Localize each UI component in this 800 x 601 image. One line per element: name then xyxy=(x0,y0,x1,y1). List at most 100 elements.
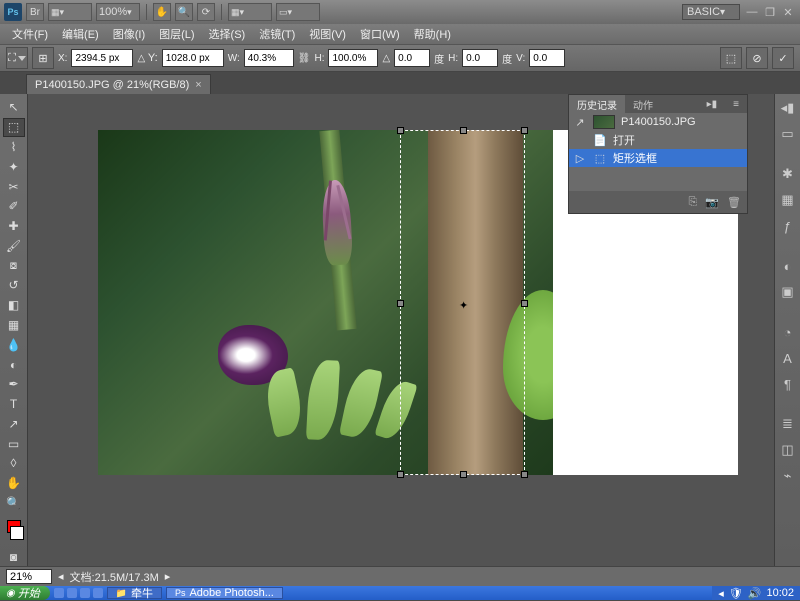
status-dropdown-icon[interactable]: ▸ xyxy=(165,570,171,583)
dock-char-icon[interactable]: A xyxy=(778,348,798,368)
menu-image[interactable]: 图像(I) xyxy=(107,24,151,44)
x-field[interactable]: 2394.5 px xyxy=(71,49,133,67)
history-brush-tool[interactable]: ↺ xyxy=(3,276,25,295)
arrange-dropdown[interactable]: ▦▾ xyxy=(228,3,272,21)
transform-selection[interactable]: ✦ xyxy=(400,130,525,475)
3d-tool[interactable]: ◊ xyxy=(3,454,25,473)
menu-view[interactable]: 视图(V) xyxy=(303,24,352,44)
dock-history-icon[interactable]: ▭ xyxy=(778,124,798,144)
dock-swatches-icon[interactable]: ▦ xyxy=(778,190,798,210)
panel-collapse-icon[interactable]: ▸▮ xyxy=(699,95,726,113)
menu-edit[interactable]: 编辑(E) xyxy=(56,24,105,44)
warp-mode-icon[interactable]: ⬚ xyxy=(720,47,742,69)
transform-center-icon[interactable]: ✦ xyxy=(459,299,468,312)
dock-info-icon[interactable]: ◔ xyxy=(778,322,798,342)
new-snapshot-icon[interactable]: 📷 xyxy=(705,196,719,209)
y-field[interactable]: 1028.0 px xyxy=(162,49,224,67)
delete-state-icon[interactable]: 🗑 xyxy=(727,196,741,209)
tray-icon-1[interactable]: ◂ xyxy=(718,587,724,600)
link-icon[interactable]: ⛓ xyxy=(298,53,311,64)
healing-tool[interactable]: ✚ xyxy=(3,217,25,236)
h-field[interactable]: 100.0% xyxy=(328,49,378,67)
wand-tool[interactable]: ✦ xyxy=(3,157,25,176)
workspace-dropdown[interactable]: BASIC ▾ xyxy=(682,4,740,20)
maximize-button[interactable]: ❐ xyxy=(762,5,778,19)
history-tab[interactable]: 历史记录 xyxy=(569,95,625,113)
ql-icon-1[interactable] xyxy=(54,588,64,598)
menu-filter[interactable]: 滤镜(T) xyxy=(253,24,301,44)
rotate-view-icon[interactable]: ⟳ xyxy=(197,3,215,21)
type-tool[interactable]: T xyxy=(3,395,25,414)
screen-mode-dropdown[interactable]: ▭▾ xyxy=(276,3,320,21)
dock-layers-icon[interactable]: ≣ xyxy=(778,414,798,434)
gradient-tool[interactable]: ▦ xyxy=(3,316,25,335)
dock-expand-icon[interactable]: ◂▮ xyxy=(778,98,798,118)
zoom-tool-icon[interactable]: 🔍 xyxy=(175,3,193,21)
panel-menu-icon[interactable]: ≡ xyxy=(725,95,747,113)
ql-icon-4[interactable] xyxy=(93,588,103,598)
zoom-tool[interactable]: 🔍 xyxy=(3,494,25,513)
background-color[interactable] xyxy=(10,526,24,539)
hskew-field[interactable]: 0.0 xyxy=(462,49,498,67)
menu-file[interactable]: 文件(F) xyxy=(6,24,54,44)
system-tray[interactable]: ◂ 🛡 🔊 10:02 xyxy=(712,586,800,600)
minimize-button[interactable]: — xyxy=(744,5,760,19)
move-tool[interactable]: ↖ xyxy=(3,98,25,117)
dodge-tool[interactable]: ◐ xyxy=(3,355,25,374)
history-step-marquee[interactable]: ▷ ⬚ 矩形选框 xyxy=(569,149,747,167)
brush-tool[interactable]: 🖌 xyxy=(3,236,25,255)
history-snapshot[interactable]: ↗ P1400150.JPG xyxy=(569,113,747,131)
history-source-icon[interactable]: ▷ xyxy=(573,151,587,165)
tab-close-icon[interactable]: × xyxy=(195,79,201,91)
quickmask-tool[interactable]: ◙ xyxy=(3,547,25,566)
cancel-transform-icon[interactable]: ⊘ xyxy=(746,47,768,69)
menu-layer[interactable]: 图层(L) xyxy=(153,24,200,44)
zoom-dropdown[interactable]: 100%▾ xyxy=(96,3,140,21)
marquee-tool[interactable]: ⬚ xyxy=(3,118,25,137)
ql-icon-2[interactable] xyxy=(67,588,77,598)
blur-tool[interactable]: 💧 xyxy=(3,335,25,354)
bridge-icon[interactable]: Br xyxy=(26,3,44,21)
zoom-field[interactable]: 21% xyxy=(6,569,52,584)
transform-icon[interactable]: ⛶ xyxy=(6,47,28,69)
dock-masks-icon[interactable]: ▣ xyxy=(778,282,798,302)
pen-tool[interactable]: ✒ xyxy=(3,375,25,394)
history-step-open[interactable]: 📄 打开 xyxy=(569,131,747,149)
ql-icon-3[interactable] xyxy=(80,588,90,598)
reference-point-icon[interactable]: ⊞ xyxy=(32,47,54,69)
actions-tab[interactable]: 动作 xyxy=(625,95,661,113)
taskbar-app-photoshop[interactable]: Ps Adobe Photosh... xyxy=(166,587,283,599)
dock-styles-icon[interactable]: ƒ xyxy=(778,216,798,236)
path-tool[interactable]: ↗ xyxy=(3,415,25,434)
menu-window[interactable]: 窗口(W) xyxy=(354,24,406,44)
start-button[interactable]: ◉ 开始 xyxy=(0,586,50,600)
tray-icon-2[interactable]: 🛡 xyxy=(729,587,743,600)
vskew-field[interactable]: 0.0 xyxy=(529,49,565,67)
dock-adjustments-icon[interactable]: ◐ xyxy=(778,256,798,276)
dock-paths-icon[interactable]: ⌁ xyxy=(778,466,798,486)
w-field[interactable]: 40.3% xyxy=(244,49,294,67)
lasso-tool[interactable]: ⌇ xyxy=(3,138,25,157)
hand-tool-icon[interactable]: ✋ xyxy=(153,3,171,21)
canvas-area[interactable]: ✦ 历史记录 动作 ▸▮ ≡ ↗ P1400150.JPG 📄 xyxy=(28,94,774,566)
menu-select[interactable]: 选择(S) xyxy=(203,24,252,44)
scroll-left-icon[interactable]: ◂ xyxy=(58,570,64,583)
shape-tool[interactable]: ▭ xyxy=(3,434,25,453)
dock-channels-icon[interactable]: ◫ xyxy=(778,440,798,460)
dock-color-icon[interactable]: ✱ xyxy=(778,164,798,184)
taskbar-app-folder[interactable]: 📁 牵牛 xyxy=(107,587,162,599)
menu-help[interactable]: 帮助(H) xyxy=(408,24,457,44)
commit-transform-icon[interactable]: ✓ xyxy=(772,47,794,69)
eyedropper-tool[interactable]: ✐ xyxy=(3,197,25,216)
close-button[interactable]: ✕ xyxy=(780,5,796,19)
eraser-tool[interactable]: ◧ xyxy=(3,296,25,315)
stamp-tool[interactable]: ⧇ xyxy=(3,256,25,275)
tray-icon-3[interactable]: 🔊 xyxy=(748,587,762,600)
crop-tool[interactable]: ✂ xyxy=(3,177,25,196)
angle-field[interactable]: 0.0 xyxy=(394,49,430,67)
new-doc-from-state-icon[interactable]: ⎘ xyxy=(689,196,698,209)
dock-para-icon[interactable]: ¶ xyxy=(778,374,798,394)
hand-tool[interactable]: ✋ xyxy=(3,474,25,493)
layout-dropdown[interactable]: ▦▾ xyxy=(48,3,92,21)
document-tab[interactable]: P1400150.JPG @ 21%(RGB/8) × xyxy=(26,74,211,94)
